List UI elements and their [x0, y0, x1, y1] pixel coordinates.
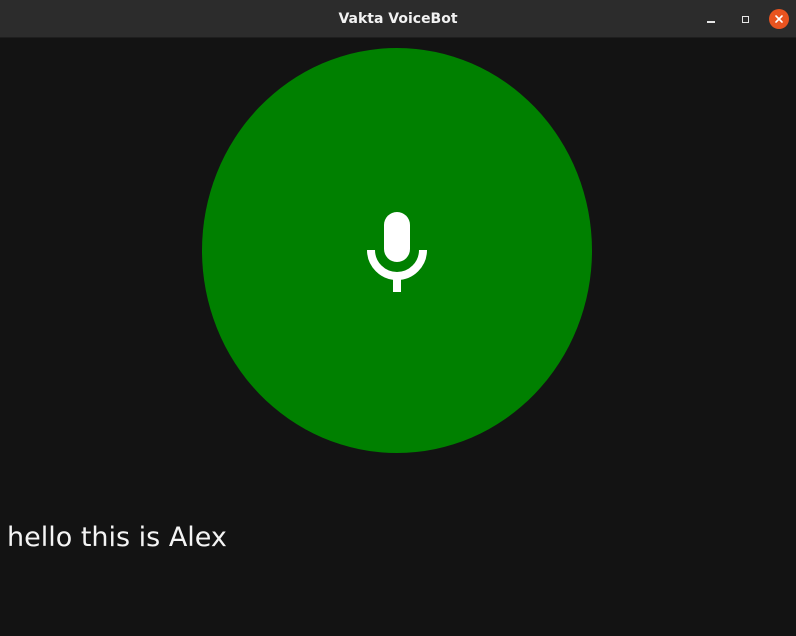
window-title: Vakta VoiceBot [338, 11, 458, 27]
title-bar: Vakta VoiceBot [0, 0, 796, 38]
transcript-text: hello this is Alex [7, 522, 227, 553]
maximize-button[interactable] [735, 9, 755, 29]
minimize-button[interactable] [701, 9, 721, 29]
close-icon [775, 15, 783, 23]
main-content: hello this is Alex [0, 38, 796, 636]
microphone-icon [367, 211, 427, 292]
app-window: Vakta VoiceBot hello this is Alex [0, 0, 796, 636]
maximize-icon [741, 15, 749, 23]
close-button[interactable] [769, 9, 789, 29]
minimize-icon [707, 21, 715, 23]
mic-button[interactable] [202, 48, 592, 453]
